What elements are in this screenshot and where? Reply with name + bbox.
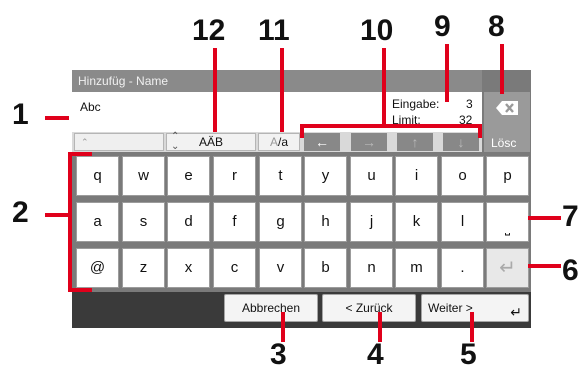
back-button[interactable]: < Zurück (322, 294, 416, 322)
key-y[interactable]: y (304, 156, 347, 196)
key-d[interactable]: d (167, 202, 210, 242)
space-key[interactable]: ⎵ (486, 202, 529, 242)
key-w[interactable]: w (122, 156, 165, 196)
callout-6: 6 (562, 254, 579, 287)
key-z[interactable]: z (122, 248, 165, 288)
key-b[interactable]: b (304, 248, 347, 288)
callout-2-bracket-bottom (68, 288, 92, 292)
callout-6-line (528, 264, 561, 268)
enter-return-icon: ↵ (510, 304, 522, 320)
callout-4-line (378, 312, 382, 342)
delete-button-label: Lösc (491, 136, 517, 150)
key-i[interactable]: i (395, 156, 438, 196)
callout-11: 11 (258, 14, 290, 47)
callout-12-line (213, 48, 217, 132)
enter-key[interactable]: ↵ (486, 248, 529, 288)
callout-8: 8 (488, 10, 505, 43)
key-j[interactable]: j (350, 202, 393, 242)
callout-10-bracket (300, 124, 482, 128)
callout-2-line (45, 213, 69, 217)
callout-7-line (528, 216, 561, 220)
updown-icon: ⌃ ⌄ (171, 131, 180, 152)
entry-count-label: Eingabe: (392, 97, 440, 111)
cursor-right-button[interactable]: → (351, 133, 387, 151)
key-l[interactable]: l (441, 202, 484, 242)
case-toggle-button[interactable]: A/a (258, 133, 300, 151)
backspace-icon (496, 101, 518, 115)
case-toggle-a: A (269, 135, 278, 149)
callout-10-bracket-left (300, 124, 304, 138)
key-n[interactable]: n (350, 248, 393, 288)
callout-12: 12 (192, 14, 226, 47)
callout-7: 7 (562, 200, 579, 233)
cursor-left-button[interactable]: ← (304, 133, 340, 151)
key-c[interactable]: c (213, 248, 256, 288)
key-o[interactable]: o (441, 156, 484, 196)
key-p[interactable]: p (486, 156, 529, 196)
charset-button-label: AÄB (198, 135, 223, 149)
key-at[interactable]: @ (76, 248, 119, 288)
key-k[interactable]: k (395, 202, 438, 242)
callout-3: 3 (270, 338, 287, 371)
callout-2: 2 (12, 196, 29, 229)
callout-1-line (45, 116, 69, 120)
key-r[interactable]: r (213, 156, 256, 196)
delete-button[interactable]: Lösc (484, 92, 530, 152)
entry-count-value: 3 (466, 97, 473, 111)
key-u[interactable]: u (350, 156, 393, 196)
next-button-label: Weiter > (428, 301, 473, 315)
callout-4: 4 (367, 338, 384, 371)
key-f[interactable]: f (213, 202, 256, 242)
key-x[interactable]: x (167, 248, 210, 288)
key-v[interactable]: v (259, 248, 302, 288)
key-period[interactable]: . (441, 248, 484, 288)
callout-5-line (470, 312, 474, 342)
key-t[interactable]: t (259, 156, 302, 196)
key-m[interactable]: m (395, 248, 438, 288)
callout-1: 1 (12, 98, 29, 131)
callout-3-line (281, 312, 285, 342)
callout-9: 9 (434, 10, 451, 43)
cancel-button[interactable]: Abbrechen (224, 294, 318, 322)
key-a[interactable]: a (76, 202, 119, 242)
callout-9-line (445, 44, 449, 102)
next-button[interactable]: Weiter > ↵ (421, 294, 529, 322)
key-g[interactable]: g (259, 202, 302, 242)
key-e[interactable]: e (167, 156, 210, 196)
text-input-value: Abc (80, 100, 101, 114)
scroll-field-left[interactable]: ⌃ (74, 133, 164, 151)
charset-button[interactable]: ⌃ ⌄ AÄB (166, 131, 256, 152)
callout-10-bracket-right (478, 124, 482, 138)
case-toggle-b: /a (278, 135, 289, 149)
window-title: Hinzufüg - Name (72, 70, 482, 92)
key-q[interactable]: q (76, 156, 119, 196)
callout-10-line (382, 48, 386, 124)
cursor-up-button[interactable]: ↑ (397, 133, 433, 151)
key-s[interactable]: s (122, 202, 165, 242)
updown-icon: ⌃ (81, 137, 89, 147)
callout-2-bracket-top (68, 152, 92, 156)
key-h[interactable]: h (304, 202, 347, 242)
callout-11-line (280, 48, 284, 132)
callout-10: 10 (360, 14, 394, 47)
callout-8-line (500, 44, 504, 94)
cursor-down-button[interactable]: ↓ (443, 133, 479, 151)
callout-5: 5 (460, 338, 477, 371)
callout-2-bracket (68, 152, 72, 292)
